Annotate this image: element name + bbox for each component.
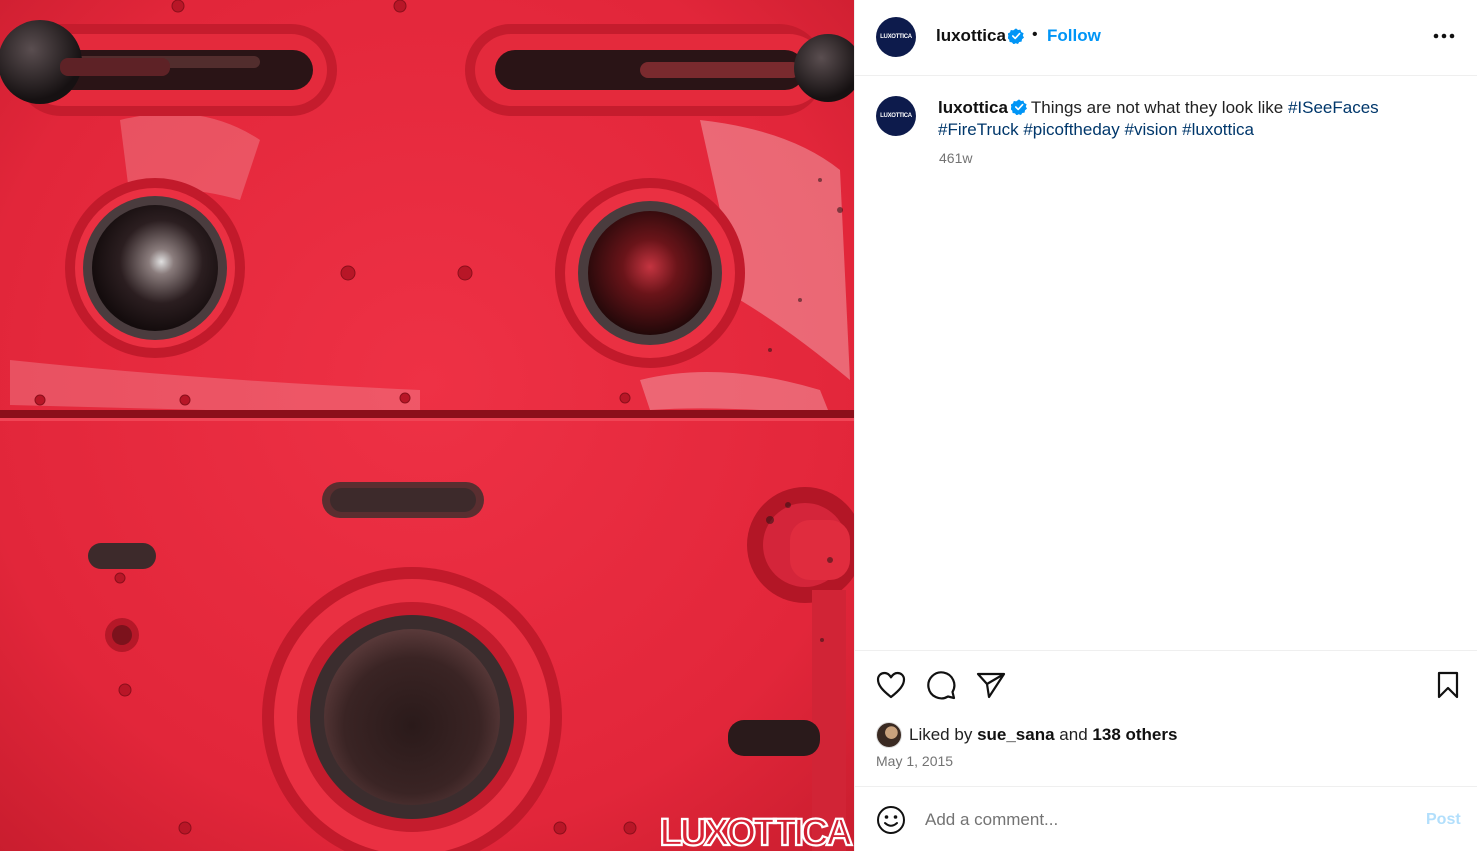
likes-summary: Liked by sue_sana and 138 others <box>876 722 1177 748</box>
hashtag-link[interactable]: #FireTruck <box>938 120 1019 139</box>
post-image[interactable]: LUXOTTICA <box>0 0 854 851</box>
header-separator: • <box>1032 26 1038 43</box>
heart-icon[interactable] <box>875 669 907 701</box>
hashtag-link[interactable]: #luxottica <box>1182 120 1254 139</box>
author-username[interactable]: luxottica <box>936 26 1006 46</box>
follow-button[interactable]: Follow <box>1047 26 1101 46</box>
hashtag-link[interactable]: #picoftheday <box>1023 120 1119 139</box>
watermark: LUXOTTICA <box>660 812 853 851</box>
author-avatar-logo: LUXOTTICA <box>880 34 912 40</box>
comment-icon[interactable] <box>925 669 957 701</box>
caption-age[interactable]: 461w <box>939 150 972 166</box>
comments-section: LUXOTTICA luxottica Things are not what … <box>855 77 1477 650</box>
more-options-icon[interactable] <box>1429 26 1459 46</box>
post-header: LUXOTTICA luxottica • Follow <box>855 0 1477 76</box>
post-sidebar: LUXOTTICA luxottica • Follow LUXOTTICA l… <box>854 0 1477 851</box>
liker-username[interactable]: sue_sana <box>977 725 1055 745</box>
paper-plane-icon[interactable] <box>975 669 1007 701</box>
caption-author-avatar[interactable]: LUXOTTICA <box>876 96 916 136</box>
post-caption: luxottica Things are not what they look … <box>938 97 1438 141</box>
post-date[interactable]: May 1, 2015 <box>876 753 953 769</box>
post-actions: Liked by sue_sana and 138 others May 1, … <box>855 650 1477 787</box>
verified-badge-icon <box>1008 28 1024 44</box>
caption-text: Things are not what they look like <box>1030 98 1284 117</box>
comment-input[interactable] <box>925 807 1405 833</box>
add-comment-bar: Post <box>855 787 1477 851</box>
post-comment-button[interactable]: Post <box>1426 811 1461 829</box>
bookmark-icon[interactable] <box>1432 669 1464 701</box>
hashtag-link[interactable]: #ISeeFaces <box>1288 98 1379 117</box>
hashtag-link[interactable]: #vision <box>1124 120 1177 139</box>
likes-prefix: Liked by <box>909 725 973 744</box>
liker-avatar[interactable] <box>876 722 902 748</box>
likes-others-link[interactable]: 138 others <box>1092 725 1177 745</box>
smiley-icon[interactable] <box>876 805 906 835</box>
fire-truck-photo: LUXOTTICA <box>0 0 854 851</box>
likes-conjunction: and <box>1059 725 1088 744</box>
caption-username[interactable]: luxottica <box>938 98 1008 117</box>
caption-avatar-logo: LUXOTTICA <box>880 113 912 119</box>
verified-badge-icon <box>1010 99 1027 115</box>
author-avatar[interactable]: LUXOTTICA <box>876 17 916 57</box>
